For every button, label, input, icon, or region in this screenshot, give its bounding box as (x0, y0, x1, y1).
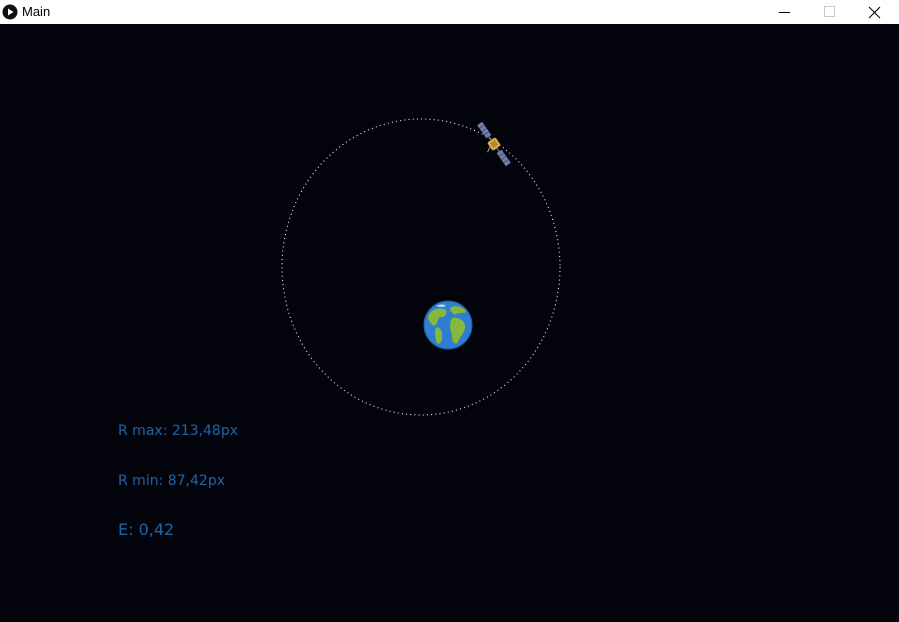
window-title: Main (22, 4, 51, 19)
eccentricity-readout: E: 0,42 (118, 520, 175, 539)
r-max-readout: R max: 213,48px (118, 423, 239, 439)
r-min-readout: R min: 87,42px (118, 473, 225, 489)
close-icon (868, 6, 881, 19)
title-bar[interactable]: Main (0, 0, 899, 24)
earth-icon (423, 300, 473, 350)
minimize-icon (779, 12, 790, 13)
maximize-icon (824, 6, 835, 17)
play-icon (2, 4, 18, 20)
satellite-icon (477, 121, 511, 167)
app-window: Main R max: 213,48px R min: 87,42px E: 0… (0, 0, 899, 622)
simulation-canvas: R max: 213,48px R min: 87,42px E: 0,42 (0, 24, 899, 622)
close-button[interactable] (852, 0, 897, 24)
maximize-button[interactable] (807, 0, 852, 24)
minimize-button[interactable] (762, 0, 807, 24)
orbit-path (281, 118, 561, 416)
